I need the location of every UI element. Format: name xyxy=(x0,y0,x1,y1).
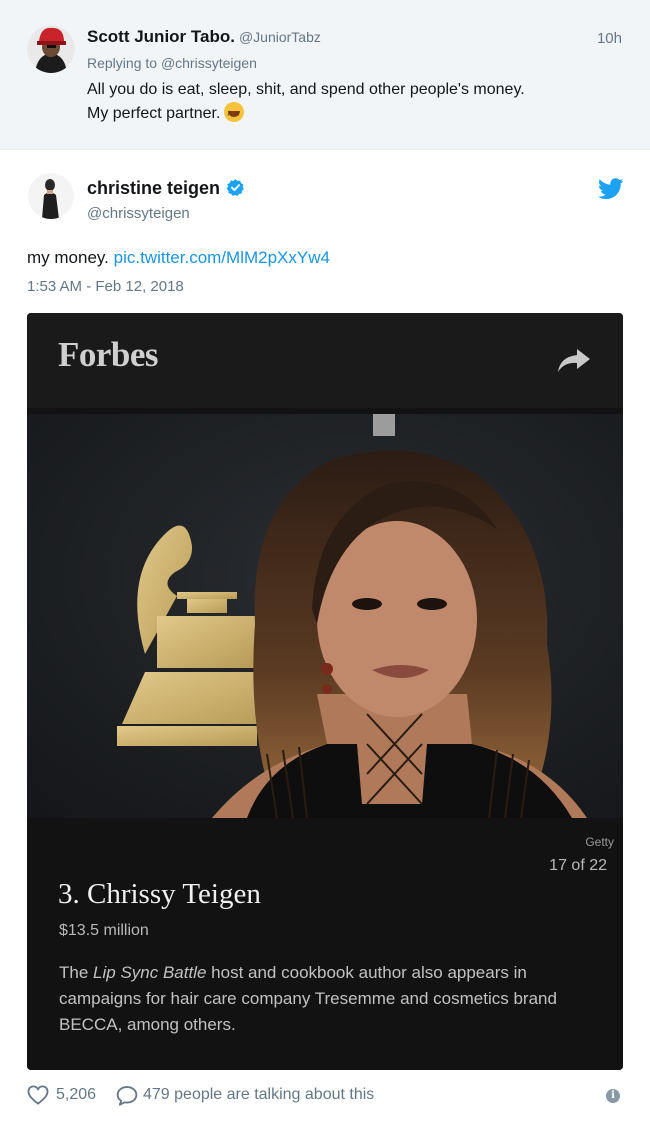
grinning-squinting-face-icon xyxy=(224,102,245,127)
forbes-media-card[interactable]: Forbes Getty 17 of 22 3. Chrissy Teigen … xyxy=(27,313,623,1070)
verified-badge-icon xyxy=(226,179,244,196)
reply-tweet-text: All you do is eat, sleep, shit, and spen… xyxy=(87,78,627,127)
photo-credit: Getty xyxy=(585,835,614,849)
desc-show-title: Lip Sync Battle xyxy=(93,963,207,982)
share-arrow-icon[interactable] xyxy=(556,345,592,375)
main-author-handle[interactable]: @chrissyteigen xyxy=(87,205,190,222)
net-worth: $13.5 million xyxy=(59,922,149,939)
reply-timestamp[interactable]: 10h xyxy=(597,30,622,47)
twitter-bird-icon[interactable] xyxy=(598,178,624,200)
reply-author-name[interactable]: Scott Junior Tabo. @JuniorTabz xyxy=(87,27,321,47)
card-photo[interactable] xyxy=(27,414,623,818)
main-tweet-body: my money. xyxy=(27,248,109,267)
reply-author-display-name[interactable]: Scott Junior Tabo. xyxy=(87,27,235,46)
reply-text-line-1: All you do is eat, sleep, shit, and spen… xyxy=(87,81,525,98)
reply-text-line-2: My perfect partner. xyxy=(87,102,627,127)
replying-to-line: Replying to @chrissyteigen xyxy=(87,55,257,71)
talking-count[interactable]: 479 people are talking about this xyxy=(143,1086,374,1104)
forbes-logo[interactable]: Forbes xyxy=(58,335,159,375)
replying-to-label: Replying to xyxy=(87,55,158,71)
reply-author-avatar[interactable] xyxy=(27,25,75,73)
card-photo-image xyxy=(27,414,623,818)
desc-prefix: The xyxy=(59,963,89,982)
forbes-card-header: Forbes xyxy=(27,313,623,408)
main-tweet-text: my money. pic.twitter.com/MlM2pXxYw4 xyxy=(27,248,330,268)
heart-icon[interactable] xyxy=(27,1085,49,1105)
tweet-media-link[interactable]: pic.twitter.com/MlM2pXxYw4 xyxy=(114,248,330,267)
reply-text-line-2-text: My perfect partner. xyxy=(87,105,221,122)
main-author-avatar[interactable] xyxy=(28,173,74,219)
card-caption: Getty 17 of 22 3. Chrissy Teigen $13.5 m… xyxy=(27,818,623,1070)
tweet-actions: 5,206 479 people are talking about this … xyxy=(27,1084,627,1108)
card-description: The Lip Sync Battle host and cookbook au… xyxy=(59,960,599,1038)
main-author-name[interactable]: christine teigen xyxy=(87,178,245,199)
reply-bubble-icon[interactable] xyxy=(116,1085,138,1106)
reply-author-handle[interactable]: @JuniorTabz xyxy=(239,29,321,45)
slide-counter: 17 of 22 xyxy=(549,857,607,874)
main-tweet-timestamp[interactable]: 1:53 AM - Feb 12, 2018 xyxy=(27,278,184,295)
reply-tweet[interactable]: Scott Junior Tabo. @JuniorTabz 10h Replyi… xyxy=(0,0,650,150)
info-icon[interactable]: i xyxy=(606,1089,620,1103)
card-title: 3. Chrissy Teigen xyxy=(58,878,261,910)
main-author-display-name[interactable]: christine teigen xyxy=(87,178,220,198)
like-count[interactable]: 5,206 xyxy=(56,1086,96,1104)
replying-to-link[interactable]: @chrissyteigen xyxy=(161,55,257,71)
